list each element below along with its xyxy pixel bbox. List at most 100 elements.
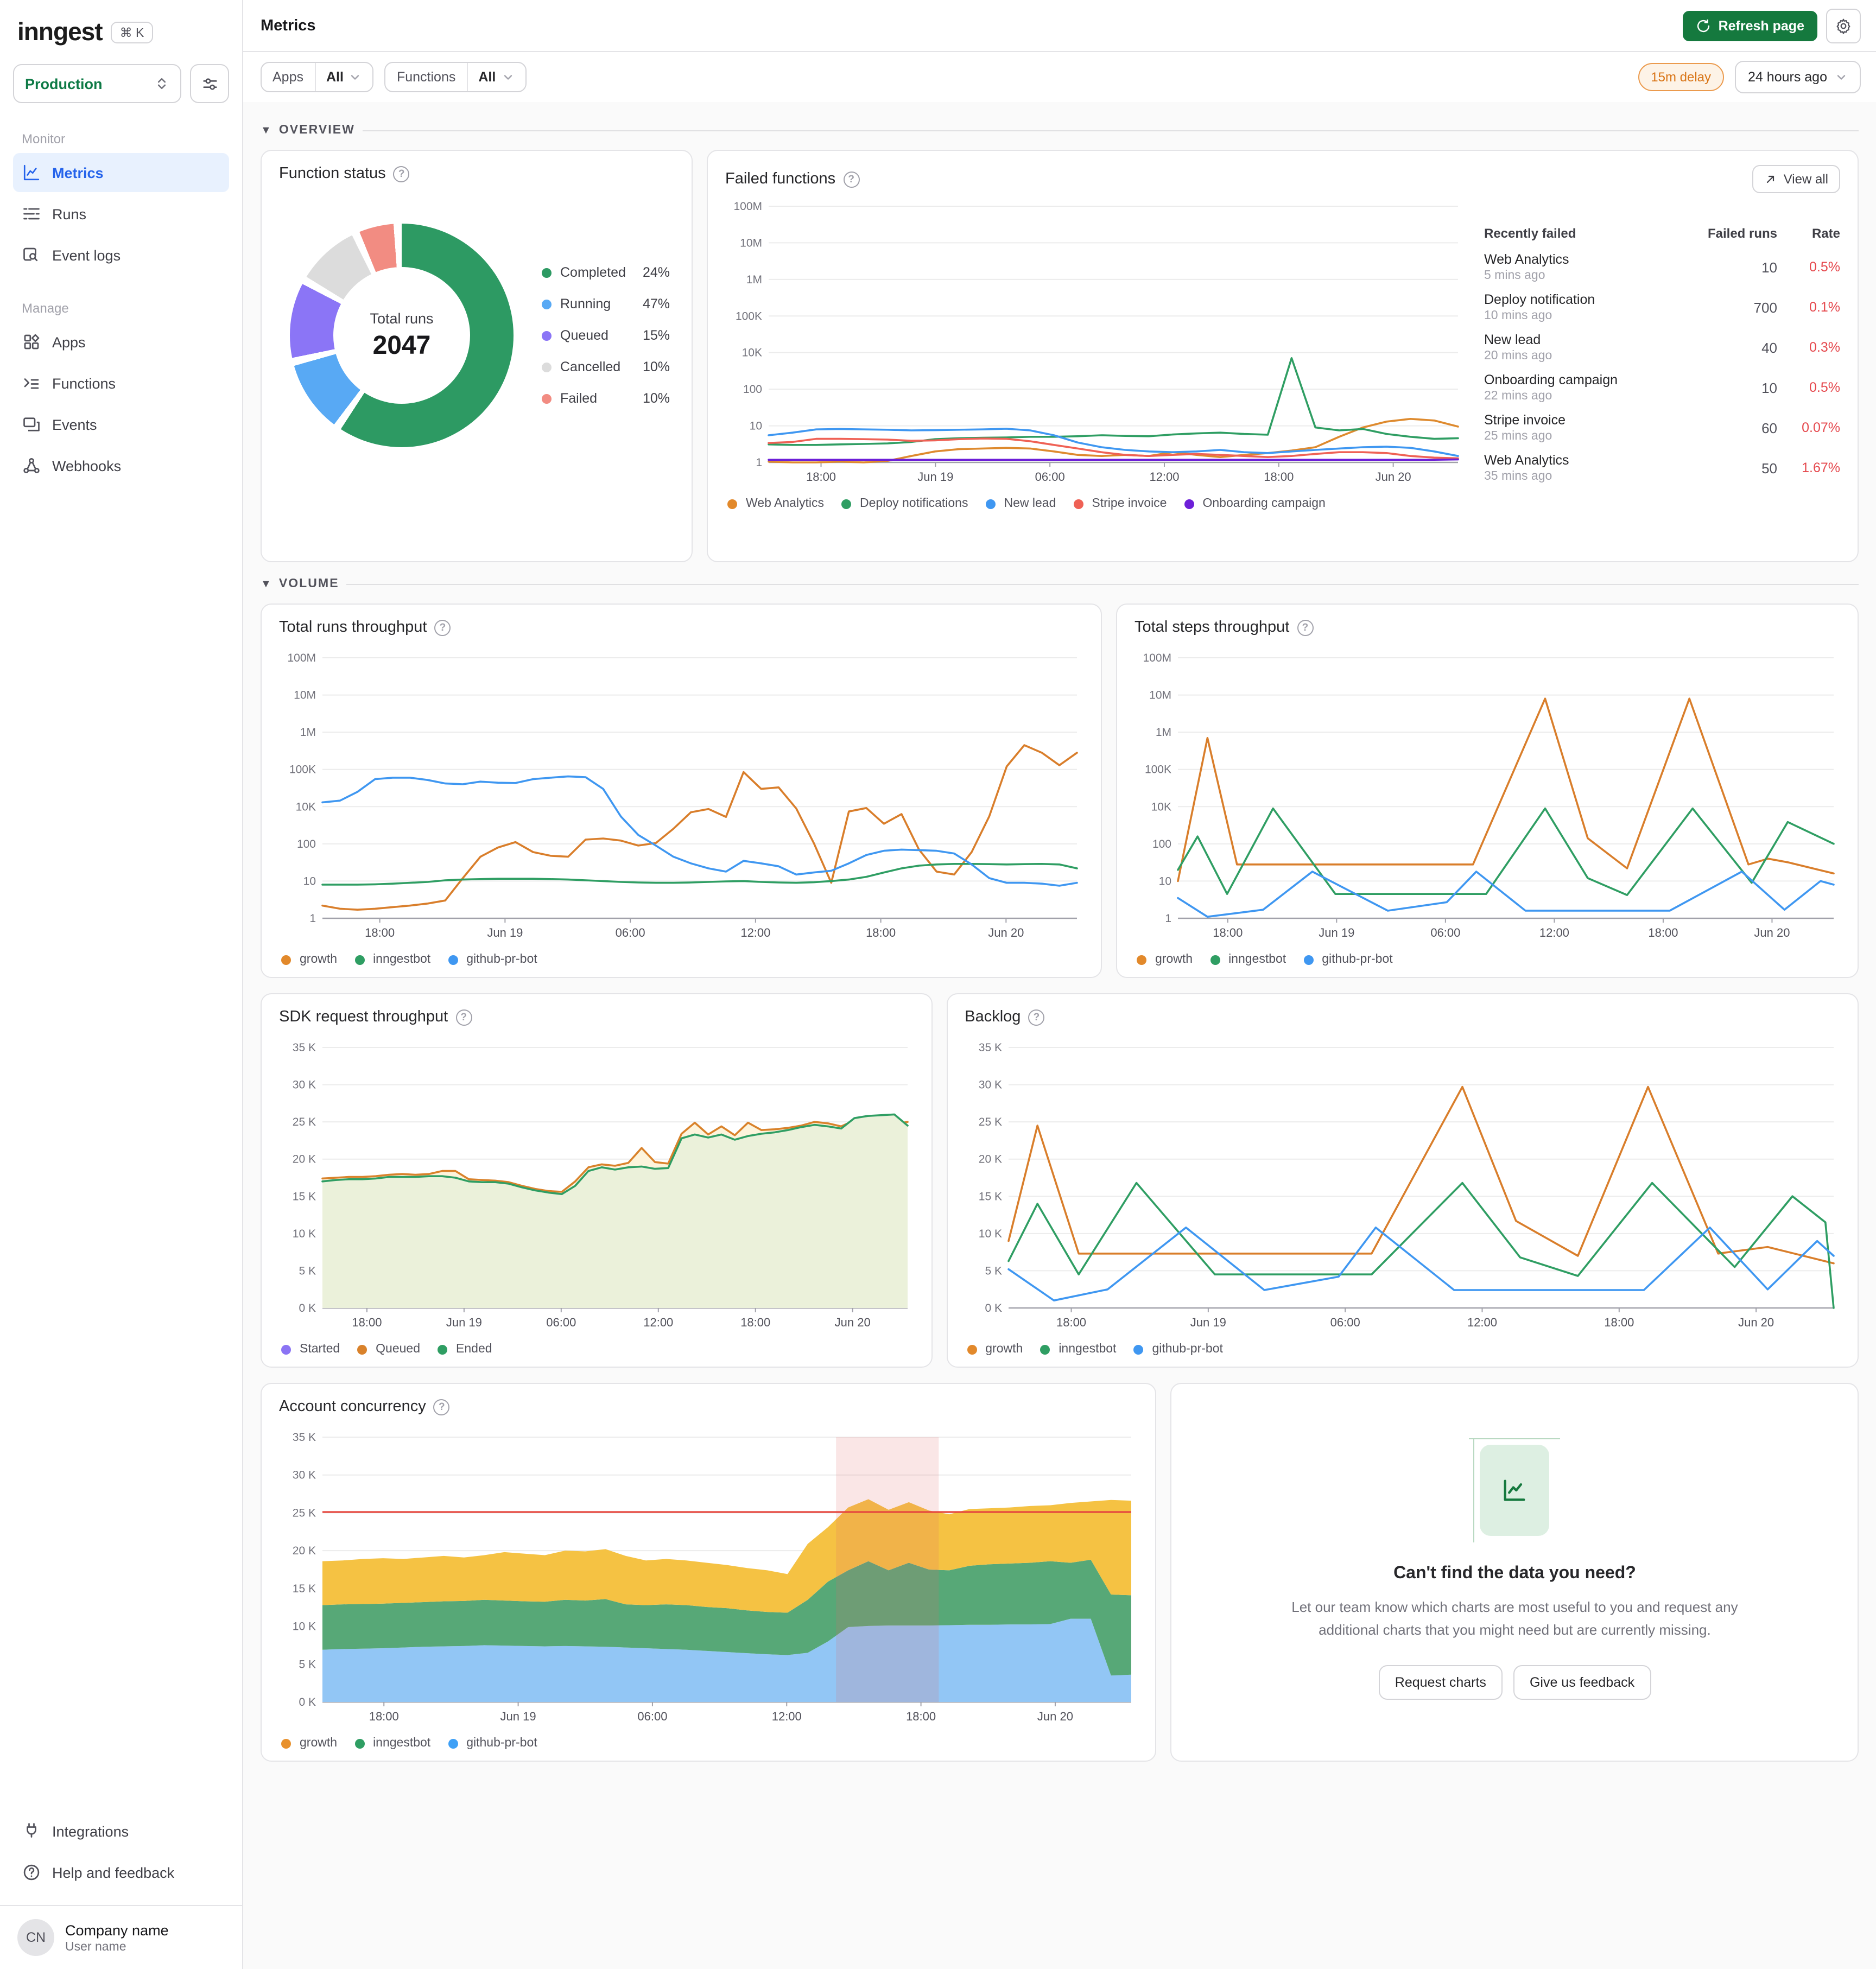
sidebar-item-event-logs[interactable]: Event logs	[13, 236, 229, 275]
functions-filter-value[interactable]: All	[467, 63, 525, 91]
failed-row[interactable]: Deploy notification 10 mins ago 700 0.1%	[1484, 292, 1840, 322]
failed-functions-chart-legend: Web Analytics Deploy notifications New l…	[725, 497, 1465, 510]
legend-item: Queued 15%	[542, 328, 670, 343]
svg-text:12:00: 12:00	[772, 1710, 802, 1723]
question-circle-icon: ?	[433, 1399, 450, 1415]
svg-text:Jun 19: Jun 19	[446, 1316, 482, 1329]
command-k-shortcut[interactable]: ⌘ K	[111, 21, 153, 43]
total-steps-card: Total steps throughput? 100M 10M 1M 100K 10K…	[1116, 604, 1859, 978]
svg-text:100: 100	[1152, 838, 1171, 850]
failed-functions-card: Failed functions ? View all 100M 10M 1M 100…	[707, 150, 1859, 562]
view-all-button[interactable]: View all	[1752, 165, 1840, 193]
failed-row[interactable]: Onboarding campaign 22 mins ago 10 0.5%	[1484, 372, 1840, 403]
time-range-select[interactable]: 24 hours ago	[1735, 61, 1861, 93]
failed-row[interactable]: Web Analytics 35 mins ago 50 1.67%	[1484, 453, 1840, 483]
svg-text:Jun 19: Jun 19	[917, 470, 953, 484]
svg-text:15 K: 15 K	[293, 1190, 316, 1203]
svg-text:18:00: 18:00	[1056, 1316, 1086, 1329]
recently-failed-list: Recently failed Failed runs Rate Web Ana…	[1484, 198, 1840, 550]
svg-text:100M: 100M	[1143, 652, 1171, 664]
sidebar-item-events[interactable]: Events	[13, 405, 229, 444]
sidebar-item-metrics[interactable]: Metrics	[13, 153, 229, 192]
svg-text:10M: 10M	[294, 689, 316, 702]
apps-filter[interactable]: Apps All	[261, 62, 374, 92]
svg-text:1M: 1M	[1156, 726, 1171, 739]
settings-button[interactable]	[1826, 8, 1861, 43]
svg-text:12:00: 12:00	[643, 1316, 673, 1329]
sidebar-item-label: Webhooks	[52, 458, 122, 474]
sidebar-item-functions[interactable]: Functions	[13, 364, 229, 403]
svg-text:10 K: 10 K	[978, 1228, 1002, 1240]
svg-text:18:00: 18:00	[1264, 470, 1294, 484]
column-header: Failed runs	[1707, 226, 1777, 241]
manage-section-label: Manage	[22, 301, 69, 316]
overview-section-header[interactable]: ▼ OVERVIEW	[261, 124, 1859, 137]
svg-text:10K: 10K	[1151, 801, 1171, 813]
question-circle-icon: ?	[843, 171, 860, 187]
svg-text:100K: 100K	[736, 310, 762, 322]
environment-filter-button[interactable]	[190, 64, 229, 103]
feedback-card: Can't find the data you need? Let our te…	[1170, 1383, 1859, 1762]
sidebar-item-integrations[interactable]: Integrations	[13, 1812, 229, 1851]
svg-text:18:00: 18:00	[866, 926, 896, 939]
svg-text:35 K: 35 K	[978, 1041, 1002, 1054]
sliders-icon	[200, 74, 219, 93]
sidebar: inngest ⌘ K Production Monitor Metrics R…	[0, 0, 243, 1969]
svg-text:06:00: 06:00	[1035, 470, 1065, 484]
failed-row[interactable]: Stripe invoice 25 mins ago 60 0.07%	[1484, 412, 1840, 443]
overview-section-title: OVERVIEW	[278, 124, 355, 137]
legend-item: Failed 10%	[542, 391, 670, 406]
total-steps-legend: growth inngestbot github-pr-bot	[1135, 953, 1840, 966]
svg-text:25 K: 25 K	[978, 1116, 1002, 1128]
failed-row[interactable]: Web Analytics 5 mins ago 10 0.5%	[1484, 252, 1840, 282]
apps-filter-label: Apps	[262, 63, 315, 91]
svg-text:18:00: 18:00	[740, 1316, 770, 1329]
legend-item: Running 47%	[542, 296, 670, 312]
functions-filter[interactable]: Functions All	[384, 62, 527, 92]
svg-text:0 K: 0 K	[299, 1696, 316, 1708]
svg-text:0 K: 0 K	[299, 1302, 316, 1314]
svg-text:12:00: 12:00	[1149, 470, 1179, 484]
sdk-request-chart: 35 K 30 K 25 K 20 K 15 K 10 K 5 K 0 K 18:00 Jun 1…	[279, 1039, 914, 1334]
svg-text:10M: 10M	[1149, 689, 1171, 702]
functions-icon	[22, 373, 41, 393]
apps-filter-value[interactable]: All	[315, 63, 373, 91]
function-status-card: Function status ? Total runs 2047 Comple…	[261, 150, 693, 562]
give-feedback-button[interactable]: Give us feedback	[1513, 1665, 1651, 1700]
function-status-title: Function status ?	[279, 165, 674, 182]
volume-section-header[interactable]: ▼ VOLUME	[261, 577, 1859, 590]
svg-text:20 K: 20 K	[293, 1153, 316, 1166]
svg-text:100: 100	[743, 383, 762, 396]
sidebar-item-webhooks[interactable]: Webhooks	[13, 446, 229, 485]
column-header: Rate	[1811, 226, 1840, 241]
app-root: inngest ⌘ K Production Monitor Metrics R…	[0, 0, 1876, 1969]
sidebar-item-label: Event logs	[52, 247, 121, 263]
backlog-chart: 35 K 30 K 25 K 20 K 15 K 10 K 5 K 0 K 18:00 Jun 1…	[965, 1039, 1840, 1334]
sidebar-item-label: Help and feedback	[52, 1864, 175, 1881]
svg-text:18:00: 18:00	[906, 1710, 936, 1723]
refresh-page-button[interactable]: Refresh page	[1682, 10, 1817, 41]
log-search-icon	[22, 245, 41, 265]
functions-filter-label: Functions	[386, 63, 468, 91]
svg-text:18:00: 18:00	[369, 1710, 399, 1723]
sidebar-item-label: Apps	[52, 334, 86, 350]
sidebar-item-apps[interactable]: Apps	[13, 322, 229, 361]
failed-row[interactable]: New lead 20 mins ago 40 0.3%	[1484, 332, 1840, 363]
account-menu[interactable]: CN Company name User name	[13, 1917, 229, 1958]
sidebar-item-runs[interactable]: Runs	[13, 194, 229, 233]
svg-text:5 K: 5 K	[299, 1265, 316, 1277]
request-charts-button[interactable]: Request charts	[1378, 1665, 1503, 1700]
function-status-donut: Total runs 2047	[290, 224, 514, 447]
total-steps-chart: 100M 10M 1M 100K 10K 100 10 1 18:00 Jun 19 06:00 12…	[1135, 649, 1840, 944]
refresh-label: Refresh page	[1718, 18, 1804, 33]
svg-text:25 K: 25 K	[293, 1116, 316, 1128]
svg-text:Jun 19: Jun 19	[500, 1710, 536, 1723]
collapse-triangle-icon: ▼	[261, 124, 271, 136]
sidebar-item-label: Functions	[52, 375, 116, 391]
account-concurrency-title: Account concurrency?	[279, 1398, 1138, 1415]
collapse-triangle-icon: ▼	[261, 578, 271, 590]
monitor-section-label: Monitor	[22, 131, 66, 147]
environment-select[interactable]: Production	[13, 64, 181, 103]
column-header: Recently failed	[1484, 226, 1576, 241]
sidebar-item-help[interactable]: Help and feedback	[13, 1853, 229, 1892]
